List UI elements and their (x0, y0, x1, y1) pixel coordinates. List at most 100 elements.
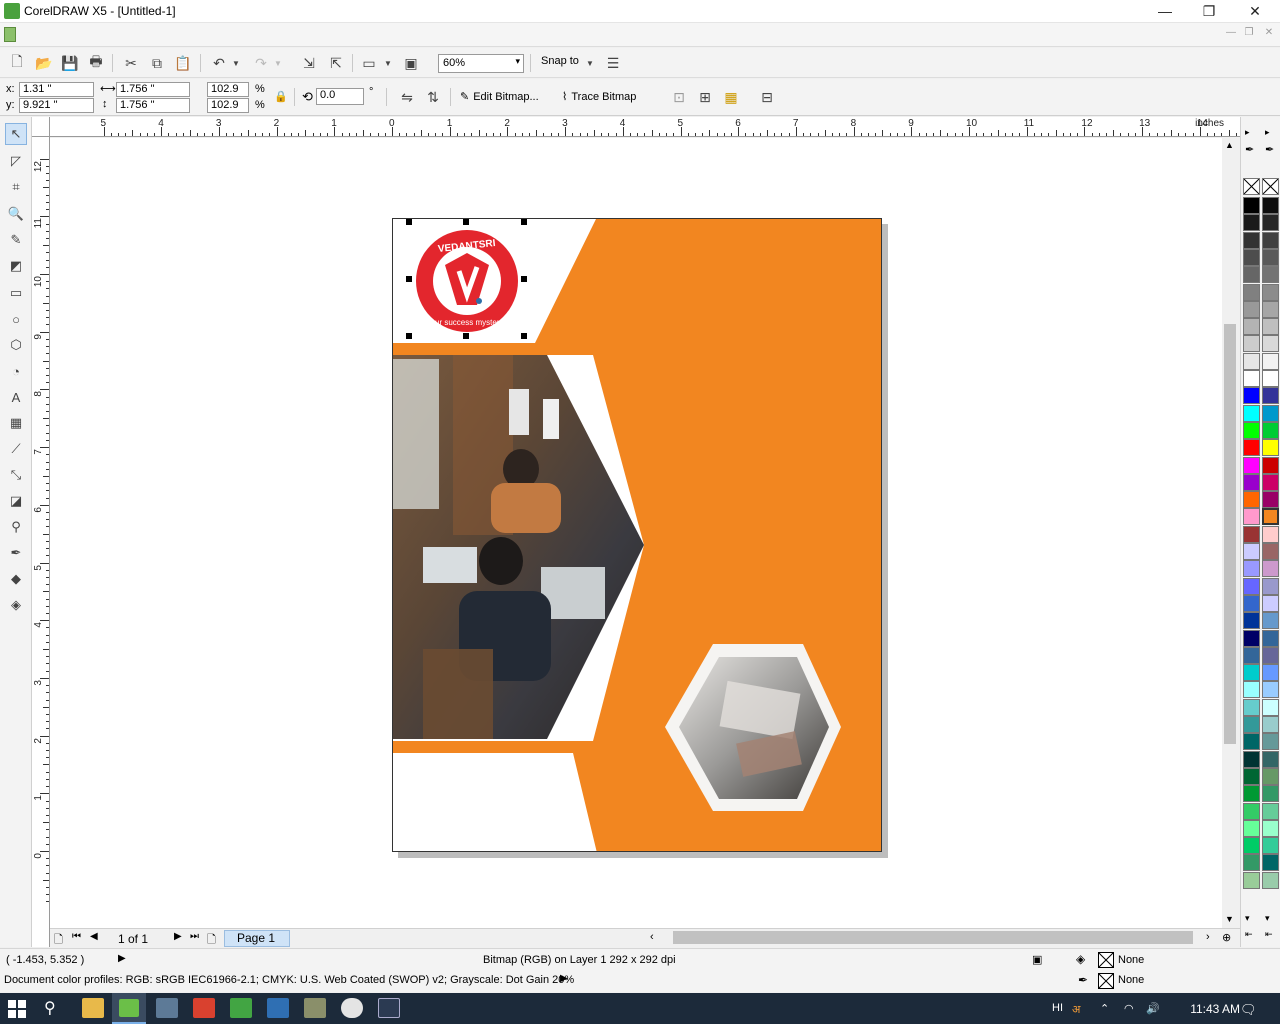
color-swatch[interactable] (1262, 646, 1279, 664)
color-swatch[interactable] (1262, 473, 1279, 491)
color-swatch[interactable] (1262, 750, 1279, 768)
lock-ratio-icon[interactable]: 🔒 (274, 90, 288, 103)
color-swatch[interactable] (1262, 404, 1279, 422)
color-swatch[interactable] (1243, 785, 1260, 803)
color-swatch[interactable] (1262, 837, 1279, 855)
color-swatch[interactable] (1262, 716, 1279, 733)
scroll-down-icon[interactable]: ▼ (1225, 914, 1234, 924)
color-swatch[interactable] (1262, 525, 1279, 543)
handle-bottom-left[interactable] (406, 333, 412, 339)
color-swatch[interactable] (1262, 335, 1279, 353)
color-swatch[interactable] (1243, 439, 1260, 457)
handle-middle-right[interactable] (521, 276, 527, 282)
downloads-icon[interactable] (267, 998, 289, 1018)
color-swatch[interactable] (1243, 802, 1260, 820)
eyedropper-tool-icon[interactable]: ⚲ (5, 516, 27, 538)
mirror-horizontal-icon[interactable]: ⇋ (396, 87, 418, 107)
palette-scroll-down-icon[interactable]: ▾ (1245, 913, 1250, 924)
bitmap-color-mask-icon[interactable]: ⊞ (694, 87, 716, 107)
clock[interactable]: 11:43 AM (1190, 1002, 1240, 1016)
vertical-ruler[interactable]: 12 11 10 9 8 7 6 5 4 3 2 1 0 (32, 137, 50, 947)
color-swatch[interactable] (1262, 802, 1279, 820)
color-swatch[interactable] (1243, 214, 1260, 232)
color-swatch[interactable] (1243, 318, 1260, 336)
color-swatch[interactable] (1243, 646, 1260, 664)
color-swatch[interactable] (1243, 681, 1260, 699)
color-swatch[interactable] (1243, 629, 1260, 647)
color-swatch[interactable] (1243, 473, 1260, 491)
color-swatch[interactable] (1262, 456, 1279, 474)
color-swatch[interactable] (1243, 716, 1260, 733)
color-swatch[interactable] (1262, 543, 1279, 560)
basic-shapes-tool-icon[interactable]: ◔ (5, 360, 27, 382)
color-swatch[interactable] (1243, 664, 1260, 682)
network-app-icon[interactable] (156, 998, 178, 1018)
handle-bottom-right[interactable] (521, 333, 527, 339)
color-swatch[interactable] (1262, 300, 1279, 318)
no-color-swatch[interactable] (1243, 178, 1260, 195)
color-swatch[interactable] (1262, 508, 1279, 526)
hindi-input-icon[interactable]: अ (1072, 1002, 1080, 1017)
no-color-swatch[interactable] (1262, 178, 1279, 195)
color-swatch[interactable] (1262, 318, 1279, 336)
last-page-icon[interactable]: ⏭ (190, 931, 199, 942)
color-swatch[interactable] (1243, 767, 1260, 785)
color-profiles-text[interactable]: Document color profiles: RGB: sRGB IEC61… (4, 974, 574, 986)
mirror-vertical-icon[interactable]: ⇅ (422, 87, 444, 107)
brochure-artwork[interactable]: VEDANTSRI our success mystery (393, 219, 882, 852)
color-swatch[interactable] (1262, 421, 1279, 439)
vertical-scrollbar[interactable]: ▲ ▼ (1222, 138, 1238, 928)
color-swatch[interactable] (1243, 819, 1260, 837)
color-swatch[interactable] (1262, 560, 1279, 578)
document-icon[interactable] (4, 27, 16, 42)
handle-bottom-middle[interactable] (463, 333, 469, 339)
freehand-tool-icon[interactable]: ✎ (5, 229, 27, 251)
color-swatch[interactable] (1262, 370, 1279, 387)
color-swatch[interactable] (1262, 664, 1279, 682)
new-document-icon[interactable]: 🗋 (6, 53, 28, 73)
scale-x-field[interactable]: 102.9 (207, 82, 249, 97)
color-swatch[interactable] (1243, 525, 1260, 543)
color-swatch[interactable] (1262, 491, 1279, 509)
doc-restore-icon[interactable]: ❐ (1240, 27, 1258, 43)
pick-tool-icon[interactable]: ↖ (5, 123, 27, 145)
windows-start-icon[interactable] (8, 1000, 26, 1018)
smart-fill-tool-icon[interactable]: ◩ (5, 255, 27, 277)
vedantsri-logo[interactable]: VEDANTSRI our success mystery (414, 228, 520, 334)
snap-dropdown-icon[interactable]: ▼ (584, 53, 596, 73)
width-field[interactable]: 1.756 " (116, 82, 190, 97)
outline-none-swatch[interactable] (1098, 973, 1114, 989)
trace-bitmap-button[interactable]: ⌇ Trace Bitmap (562, 90, 636, 104)
corel-capture-icon[interactable] (193, 998, 215, 1018)
application-launcher-icon[interactable]: ▭ (358, 53, 380, 73)
color-swatch[interactable] (1262, 733, 1279, 751)
color-swatch[interactable] (1262, 283, 1279, 301)
color-swatch[interactable] (1262, 387, 1279, 405)
color-swatch[interactable] (1243, 197, 1260, 214)
eyedropper-icon[interactable]: ✒ (1265, 143, 1274, 156)
shape-tool-icon[interactable]: ◸ (5, 150, 27, 172)
color-swatch[interactable] (1262, 266, 1279, 284)
outline-pen-tool-icon[interactable]: ✒ (5, 542, 27, 564)
y-position-field[interactable]: 9.921 " (19, 98, 94, 113)
options-icon[interactable]: ☰ (602, 53, 624, 73)
palette-expand-icon[interactable]: ⇤ (1245, 929, 1253, 940)
color-swatch[interactable] (1262, 577, 1279, 595)
color-swatch[interactable] (1262, 767, 1279, 785)
color-swatch[interactable] (1243, 352, 1260, 370)
x-position-field[interactable]: 1.31 " (19, 82, 94, 97)
drop-shadow-tool-icon[interactable]: ◪ (5, 490, 27, 512)
drawing-canvas[interactable]: VEDANTSRI our success mystery (50, 138, 1222, 928)
color-swatch[interactable] (1243, 543, 1260, 560)
color-swatch[interactable] (1262, 698, 1279, 716)
first-page-icon[interactable]: ⏮ (72, 931, 81, 942)
color-swatch[interactable] (1262, 854, 1279, 872)
color-swatch[interactable] (1243, 335, 1260, 353)
color-swatch[interactable] (1262, 214, 1279, 232)
color-swatch[interactable] (1262, 629, 1279, 647)
color-swatch[interactable] (1243, 491, 1260, 509)
color-swatch[interactable] (1243, 387, 1260, 405)
color-swatch[interactable] (1262, 871, 1279, 889)
minimize-button[interactable]: — (1142, 0, 1188, 23)
color-swatch[interactable] (1262, 681, 1279, 699)
